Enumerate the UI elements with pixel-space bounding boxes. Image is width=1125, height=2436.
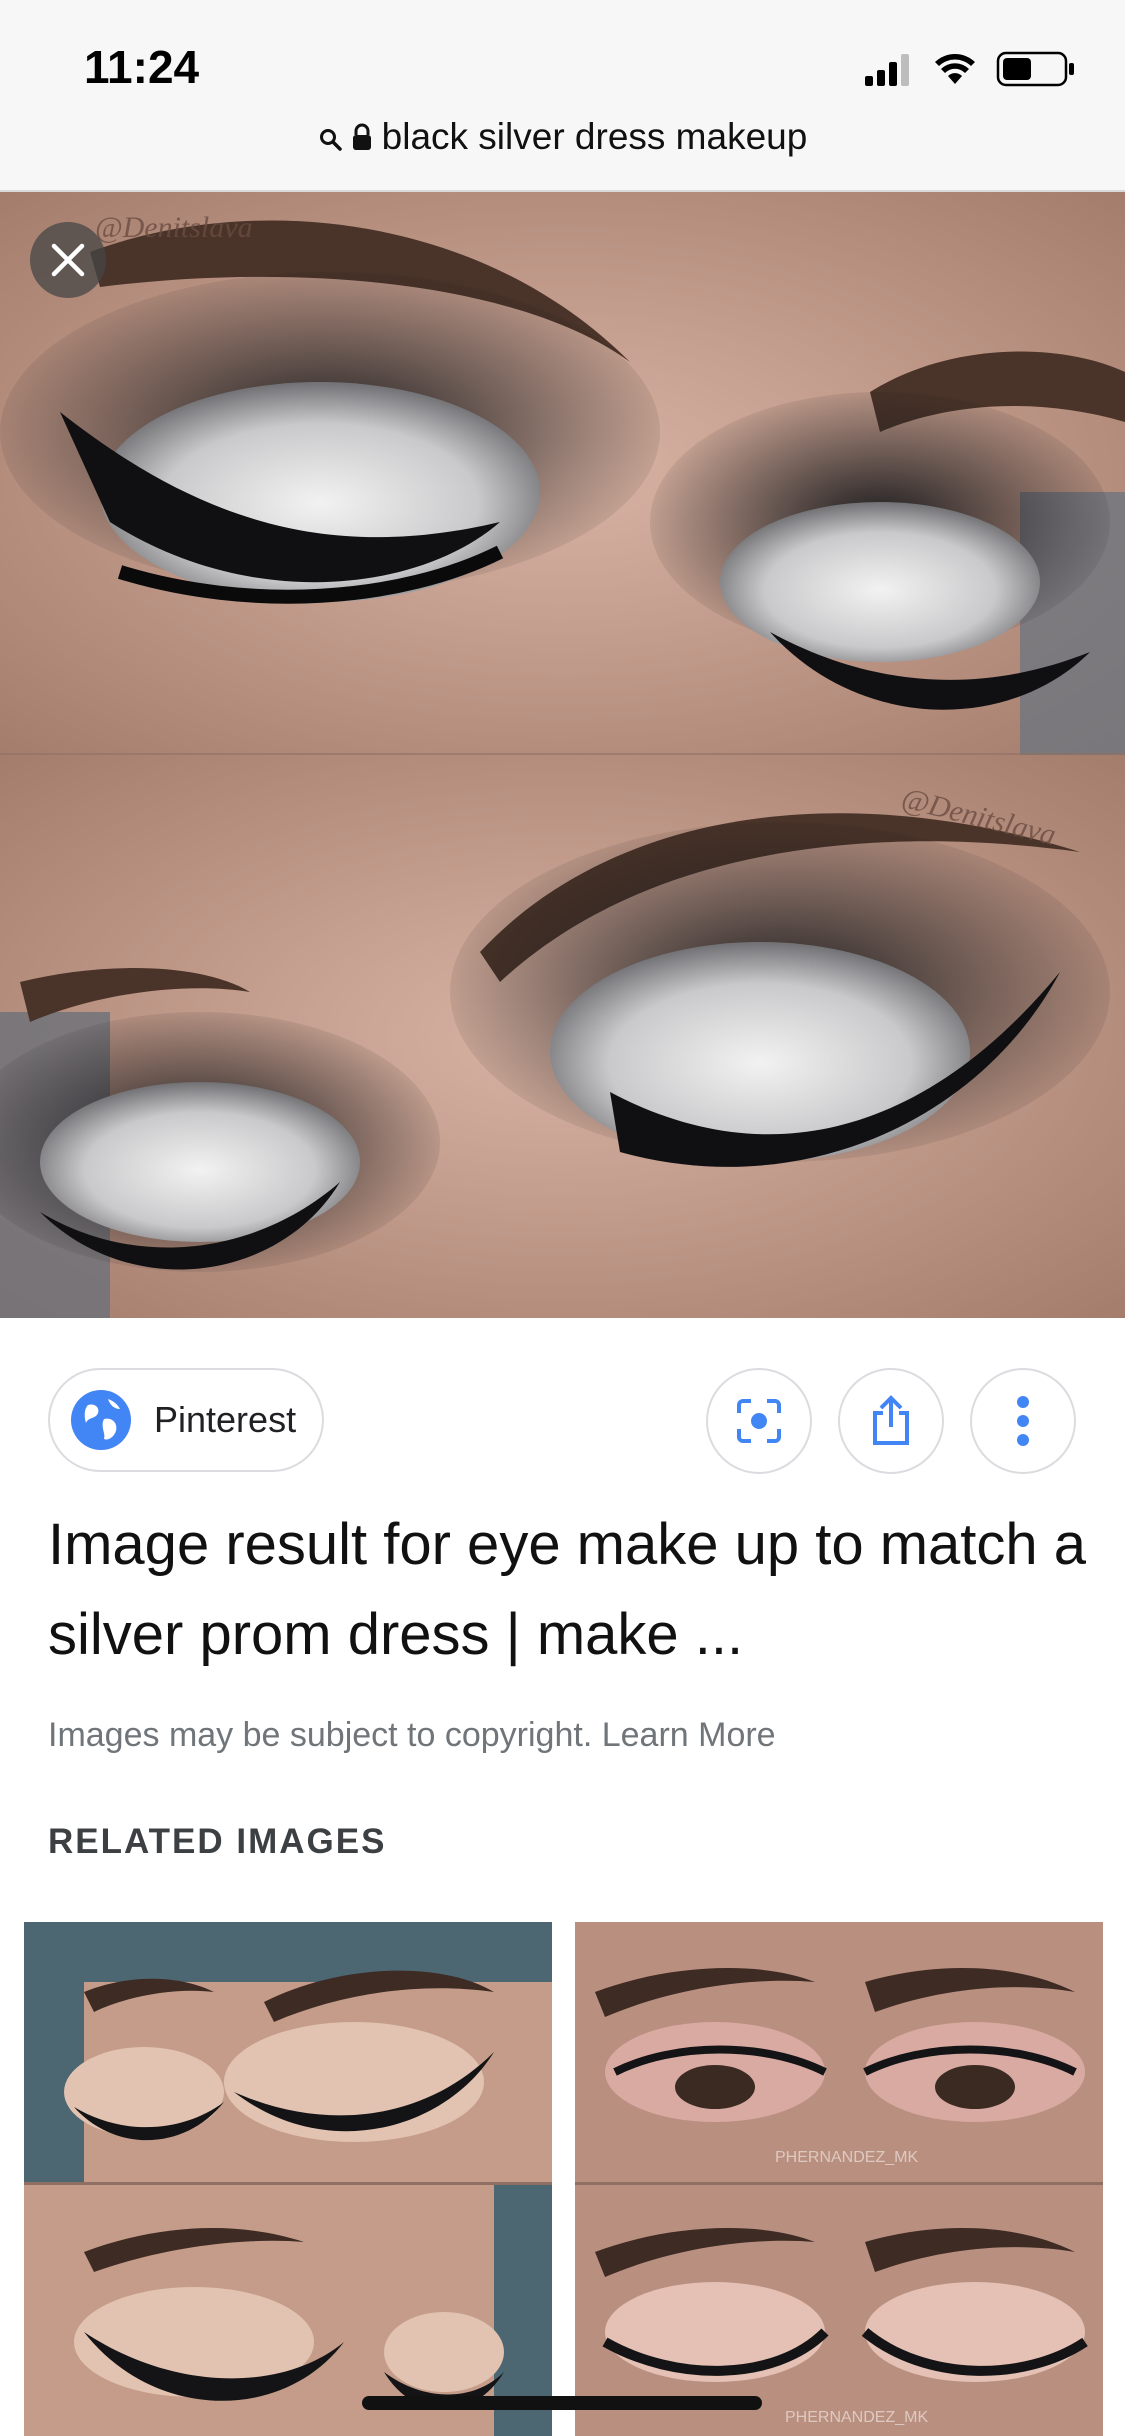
wifi-icon (935, 54, 975, 84)
url-query: black silver dress makeup (381, 116, 808, 157)
more-options-button[interactable] (970, 1368, 1076, 1474)
lock-icon (352, 118, 372, 160)
cellular-signal-icon (865, 54, 909, 86)
url-bar[interactable]: black silver dress makeup (0, 116, 1125, 160)
home-indicator[interactable] (362, 2396, 762, 2410)
watermark-right-top: PHERNANDEZ_MK (775, 2149, 918, 2166)
lens-button[interactable] (706, 1368, 812, 1474)
related-image-2[interactable]: PHERNANDEZ_MK PHERNANDEZ_MK (575, 1922, 1103, 2436)
copyright-notice[interactable]: Images may be subject to copyright. Lear… (48, 1716, 776, 1755)
close-icon (51, 243, 85, 277)
related-image-1[interactable] (24, 1922, 552, 2436)
result-title[interactable]: Image result for eye make up to match a … (48, 1500, 1088, 1680)
more-icon (1017, 1396, 1029, 1446)
status-time: 11:24 (84, 41, 200, 93)
related-images-heading: RELATED IMAGES (48, 1822, 387, 1861)
eye-makeup-photo: @Denitslava @Denitslava (0, 192, 1125, 1318)
source-label: Pinterest (154, 1399, 297, 1440)
browser-top-bar: 11:24 black silver dress makeup (0, 0, 1125, 192)
close-button[interactable] (30, 222, 106, 298)
share-icon (873, 1395, 909, 1445)
share-button[interactable] (838, 1368, 944, 1474)
watermark-top: @Denitslava (95, 211, 253, 244)
watermark-right-bottom: PHERNANDEZ_MK (785, 2409, 928, 2426)
battery-icon (996, 51, 1074, 87)
globe-icon (71, 1390, 131, 1450)
status-icons (865, 51, 1074, 87)
source-button[interactable]: Pinterest (48, 1368, 324, 1472)
lens-icon (737, 1399, 781, 1443)
search-icon (318, 118, 342, 160)
main-image[interactable]: @Denitslava @Denitslava (0, 192, 1125, 1318)
